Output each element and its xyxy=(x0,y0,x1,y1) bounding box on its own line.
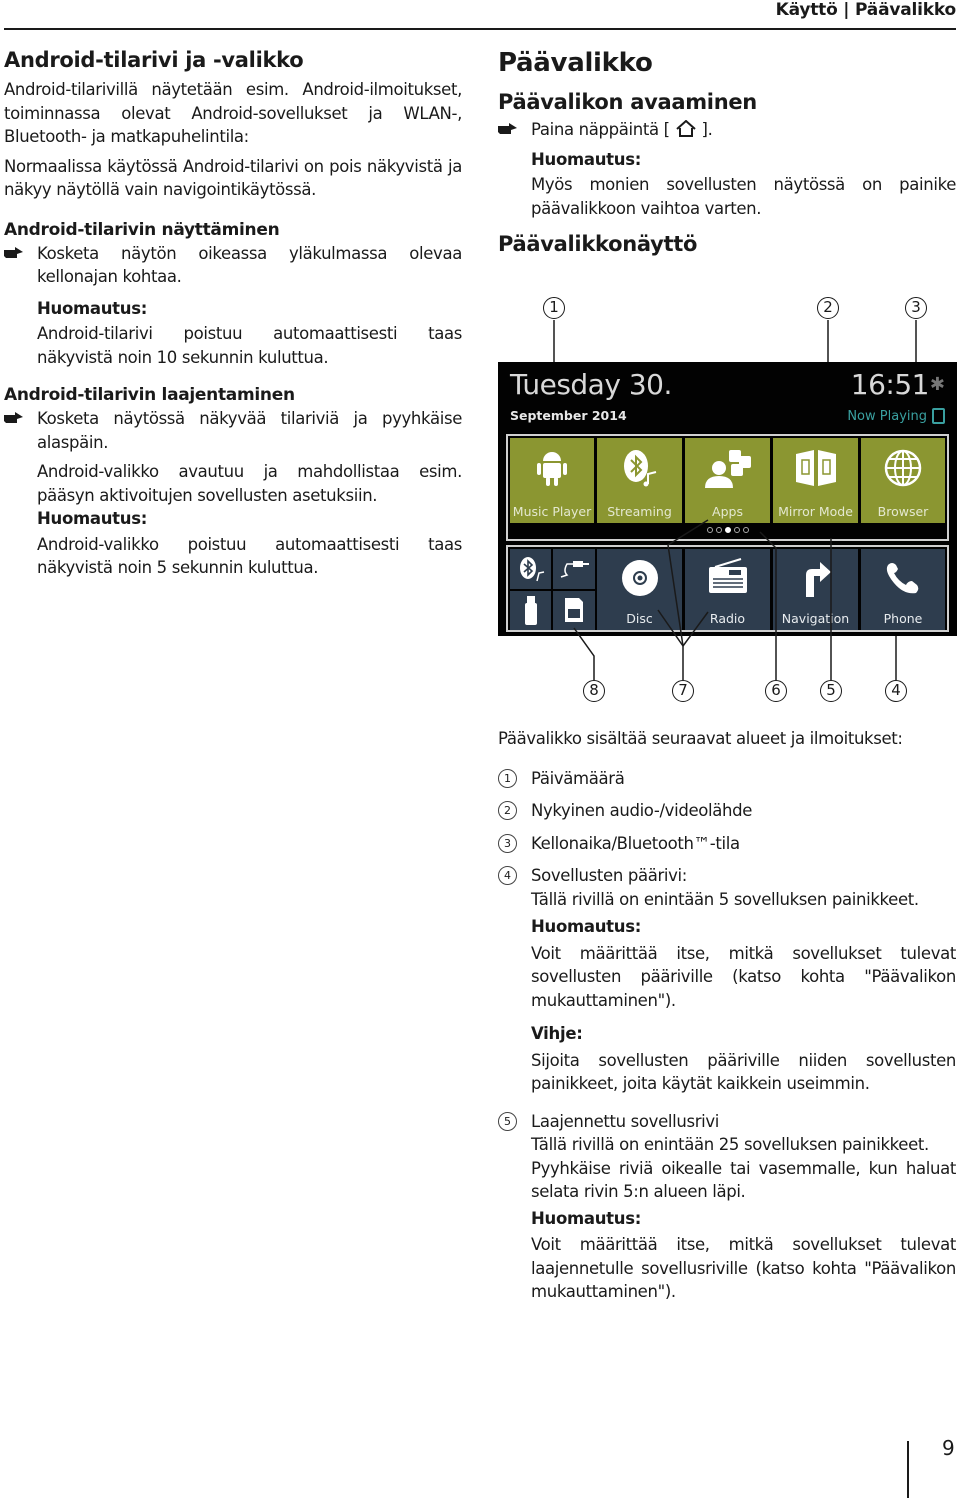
bluetooth-status-icon: ✱ xyxy=(929,374,945,395)
callout-leaders-bottom xyxy=(573,519,897,680)
legend-text: Päivämäärä xyxy=(531,768,625,788)
date-month-year: September 2014 xyxy=(510,408,627,423)
callout-2: 2 xyxy=(817,297,839,319)
callout-3: 3 xyxy=(905,297,927,319)
home-icon xyxy=(675,120,696,137)
instruction-step: Kosketa näytön oikeassa yläkulmassa olev… xyxy=(4,242,462,289)
date-day: Tuesday 30. xyxy=(510,368,672,401)
note-label: Huomautus: xyxy=(531,917,642,936)
pointing-hand-icon xyxy=(4,246,23,258)
legend-item: 5 Laajennettu sovellusrivi Tällä rivillä… xyxy=(498,1110,956,1304)
header-rule xyxy=(4,28,956,30)
note-text: Voit määrittää itse, mitkä sovellukset t… xyxy=(531,943,956,1010)
legend-subtext: Tällä rivillä on enintään 25 sovelluksen… xyxy=(531,1135,929,1154)
legend-number: 3 xyxy=(498,833,517,853)
legend-item: 3 Kellonaika/Bluetooth™-tila xyxy=(498,832,956,856)
footer-rule xyxy=(907,1441,909,1498)
left-column: Android-tilarivi ja -valikko Android-til… xyxy=(4,48,462,580)
legend-section: Päävalikko sisältää seuraavat alueet ja … xyxy=(498,727,956,1304)
legend-number: 5 xyxy=(498,1111,517,1131)
callout-5: 5 xyxy=(820,680,842,702)
tip-label: Vihje: xyxy=(531,1024,583,1043)
legend-subtext: Tällä rivillä on enintään 5 sovelluksen … xyxy=(531,889,919,909)
note-label: Huomautus: xyxy=(531,1208,642,1228)
step-text: Kosketa näytössä näkyvää tilariviä ja py… xyxy=(37,409,462,452)
callout-6: 6 xyxy=(765,680,787,702)
instruction-step: Paina näppäintä [ ]. xyxy=(498,118,956,142)
legend-text: Kellonaika/Bluetooth™-tila xyxy=(531,833,740,853)
now-playing-label[interactable]: Now Playing xyxy=(847,409,927,424)
now-playing-icon[interactable] xyxy=(932,408,945,424)
step-text-post: ]. xyxy=(701,120,713,139)
note-label: Huomautus: xyxy=(37,298,148,318)
mirror-mode-icon xyxy=(795,450,836,486)
callout-8: 8 xyxy=(583,680,605,702)
legend-item: 1 Päivämäärä xyxy=(498,767,956,791)
legend-text: Laajennettu sovellusrivi xyxy=(531,1111,720,1131)
screen-heading: Päävalikkonäyttö xyxy=(498,232,698,256)
legend-item: 2 Nykyinen audio-/videolähde xyxy=(498,799,956,823)
android-icon xyxy=(537,452,567,486)
page-number: 9 xyxy=(942,1436,955,1460)
note-text: Android-valikko poistuu automaattisesti … xyxy=(37,534,462,578)
tip-text: Sijoita sovellusten pääriville niiden so… xyxy=(531,1050,956,1094)
apps-icon xyxy=(704,450,751,488)
legend-text: Sovellusten päärivi: xyxy=(531,866,688,885)
note-label: Huomautus: xyxy=(37,509,148,528)
callout-7: 7 xyxy=(672,680,694,702)
clock[interactable]: 16:51 xyxy=(851,368,930,401)
intro-paragraph: Android-tilarivillä näytetään esim. Andr… xyxy=(4,80,462,146)
bluetooth-music-icon xyxy=(623,450,656,487)
note-label: Huomautus: xyxy=(531,149,642,169)
globe-icon xyxy=(884,449,922,487)
step-text: Kosketa näytön oikeassa yläkulmassa olev… xyxy=(37,243,462,287)
legend-number: 4 xyxy=(498,866,517,885)
legend-text: Nykyinen audio-/videolähde xyxy=(531,801,753,820)
chapter-heading: Päävalikko xyxy=(498,48,653,78)
subsection-heading-open: Päävalikon avaaminen xyxy=(498,90,757,114)
step-text: Paina näppäintä [ ]. xyxy=(531,118,956,142)
right-column: Päävalikko Päävalikon avaaminen Paina nä… xyxy=(498,48,956,256)
legend-intro: Päävalikko sisältää seuraavat alueet ja … xyxy=(498,729,903,748)
note-text: Android-tilarivi poistuu automaattisesti… xyxy=(37,324,462,367)
legend-subtext-2: Pyyhkäise riviä oikealle tai vasemmalle,… xyxy=(531,1158,956,1202)
callout-1: 1 xyxy=(543,297,565,319)
legend-number: 1 xyxy=(498,768,517,788)
note-text: Voit määrittää itse, mitkä sovellukset t… xyxy=(531,1235,956,1301)
step-text-pre: Paina näppäintä [ xyxy=(531,120,670,139)
legend-number: 2 xyxy=(498,801,517,820)
subsection-heading-expand: Android-tilarivin laajentaminen xyxy=(4,385,295,405)
section-heading: Android-tilarivi ja -valikko xyxy=(4,48,304,72)
running-header: Käyttö | Päävalikko xyxy=(775,0,957,20)
result-text: Android-valikko avautuu ja mahdollistaa … xyxy=(37,462,462,505)
callout-4: 4 xyxy=(885,680,907,702)
intro-paragraph-2: Normaalissa käytössä Android-tilarivi on… xyxy=(4,156,462,200)
note-text: Myös monien sovellusten näytössä on pain… xyxy=(531,175,956,218)
legend-item: 4 Sovellusten päärivi: Tällä rivillä on … xyxy=(498,864,956,1096)
pointing-hand-icon xyxy=(4,412,23,423)
subsection-heading-show: Android-tilarivin näyttäminen xyxy=(4,219,280,240)
instruction-step: Kosketa näytössä näkyvää tilariviä ja py… xyxy=(4,407,462,454)
pointing-hand-icon xyxy=(498,123,517,134)
